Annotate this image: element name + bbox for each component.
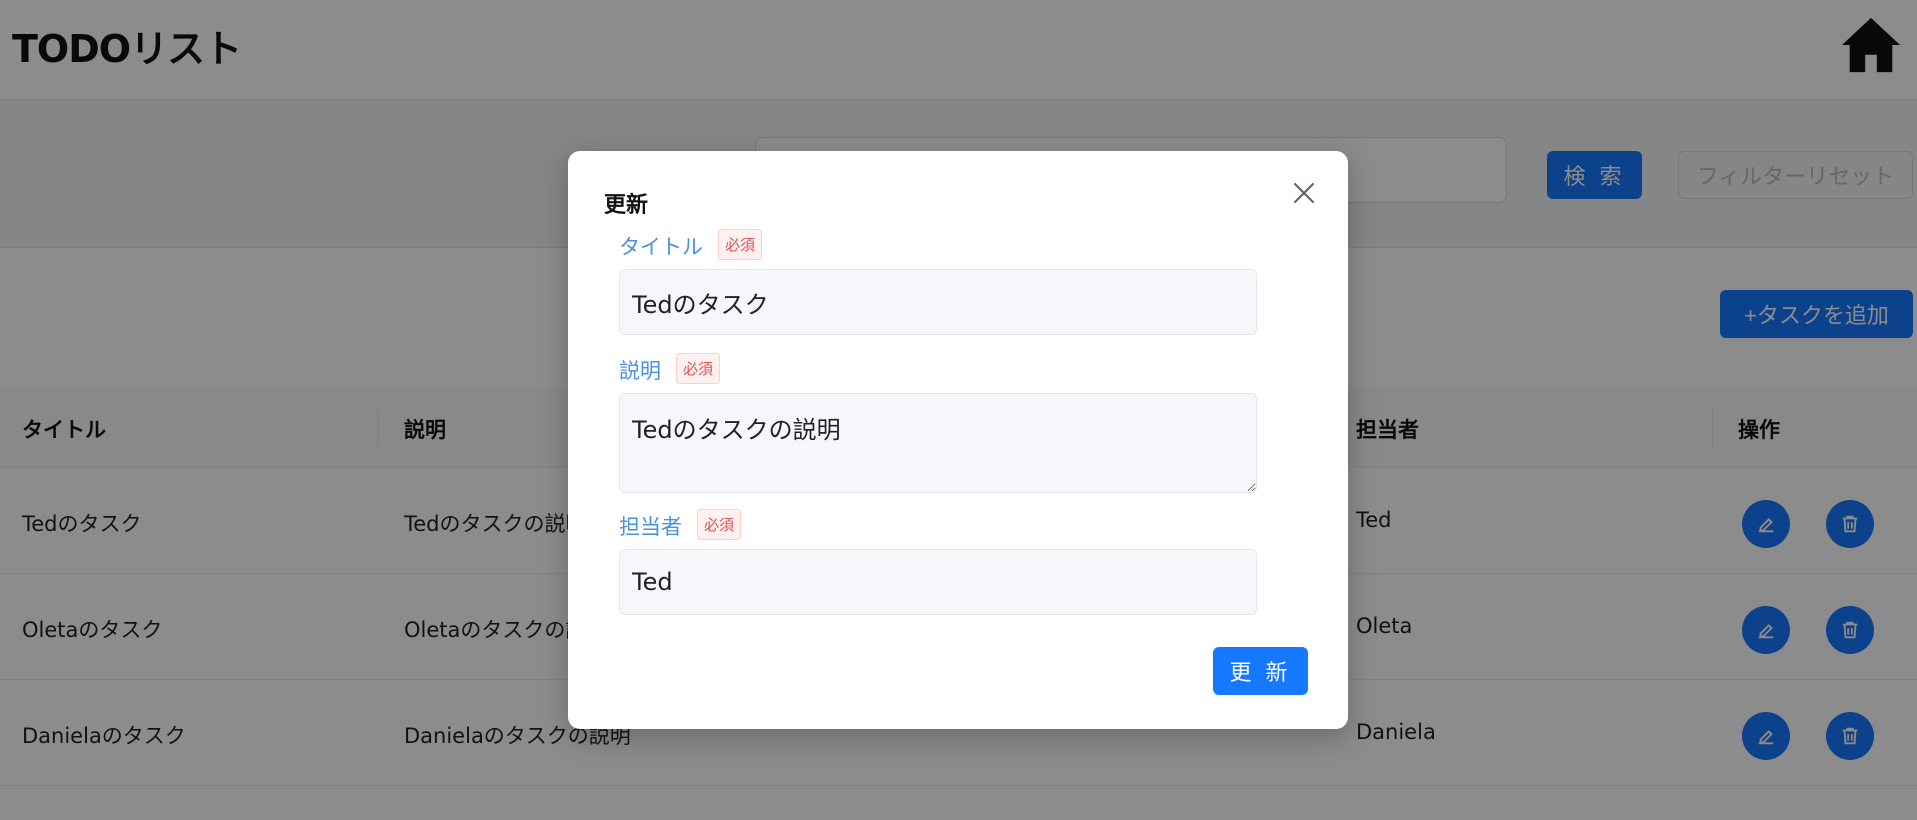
title-input[interactable] [619, 269, 1257, 335]
description-label: 説明 [619, 359, 661, 383]
modal-title: 更新 [604, 193, 649, 218]
required-badge: 必須 [697, 509, 742, 540]
update-button[interactable]: 更 新 [1213, 647, 1308, 695]
required-badge: 必須 [718, 229, 763, 260]
description-textarea[interactable]: Tedのタスクの説明 [619, 393, 1257, 493]
assignee-label: 担当者 [619, 515, 682, 539]
required-badge: 必須 [676, 353, 721, 384]
update-modal: 更新 タイトル 必須 説明 必須 Tedのタスクの説明 担当者 必須 更 新 [568, 151, 1348, 729]
close-icon[interactable] [1290, 179, 1318, 207]
title-label: タイトル [619, 235, 703, 259]
assignee-input[interactable] [619, 549, 1257, 615]
